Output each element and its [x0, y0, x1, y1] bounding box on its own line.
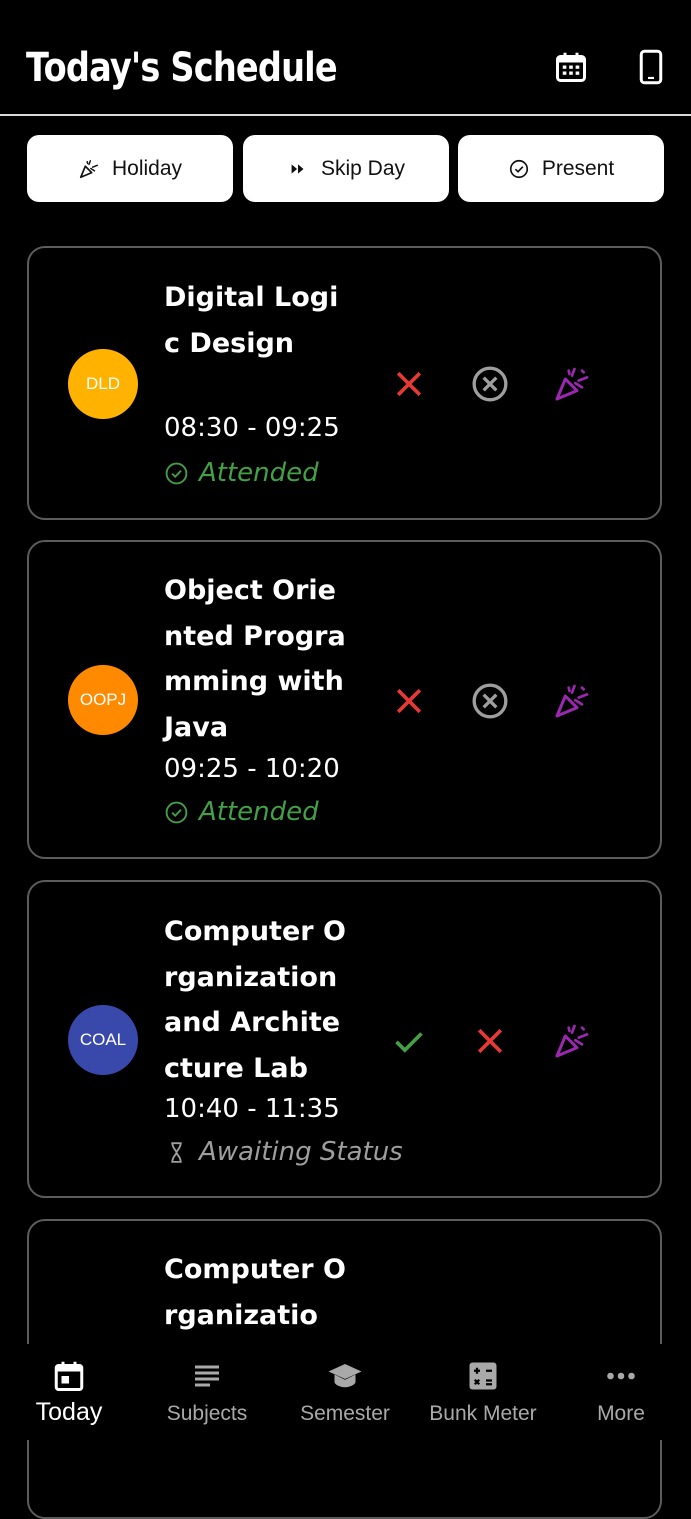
party-popper-icon: [79, 159, 98, 178]
course-name: Computer Organization and Architecture L…: [164, 916, 346, 1084]
cancel-circle-icon: [472, 366, 508, 402]
class-card[interactable]: DLD Digital Logic Design 08:30 - 09:25 A…: [27, 246, 662, 520]
status-text: Awaiting Status: [199, 1137, 403, 1167]
mark-absent-button[interactable]: [389, 681, 429, 721]
skip-day-button[interactable]: Skip Day: [243, 135, 449, 202]
check-circle-icon: [165, 801, 188, 823]
list-icon: [195, 1365, 219, 1387]
nav-today[interactable]: Today: [0, 1344, 138, 1440]
class-card[interactable]: COAL Computer Organization and Architect…: [27, 880, 662, 1198]
present-button[interactable]: Present: [458, 135, 664, 202]
fast-forward-icon: [291, 163, 304, 174]
attendance-status: Awaiting Status: [164, 1137, 403, 1167]
mark-holiday-button[interactable]: [552, 681, 592, 721]
nav-label: Subjects: [166, 1402, 248, 1425]
class-time: 10:40 - 11:35: [164, 1094, 340, 1124]
graduation-cap-icon: [328, 1364, 362, 1388]
mark-cancelled-button[interactable]: [470, 681, 510, 721]
nav-bunk-meter[interactable]: Bunk Meter: [414, 1344, 552, 1440]
course-name: Object Oriented Programming with Java: [164, 575, 346, 743]
class-time: 09:25 - 10:20: [164, 754, 340, 784]
mark-cancelled-button[interactable]: [470, 364, 510, 404]
nav-label: Bunk Meter: [429, 1402, 537, 1425]
party-popper-icon: [555, 684, 589, 718]
party-popper-icon: [555, 367, 589, 401]
skip-day-label: Skip Day: [320, 156, 406, 180]
status-text: Attended: [199, 458, 319, 488]
nav-more[interactable]: More: [552, 1344, 690, 1440]
attendance-status: Attended: [164, 797, 319, 827]
attendance-status: Attended: [164, 458, 319, 488]
hourglass-icon: [171, 1141, 182, 1163]
nav-semester[interactable]: Semester: [276, 1344, 414, 1440]
course-name: Computer Organizatio: [164, 1254, 346, 1331]
holiday-label: Holiday: [111, 156, 183, 180]
mark-absent-button[interactable]: [470, 1021, 510, 1061]
subject-avatar: COAL: [68, 1005, 138, 1075]
mark-holiday-button[interactable]: [552, 364, 592, 404]
today-calendar-icon: [54, 1361, 84, 1391]
subject-avatar: DLD: [68, 349, 138, 419]
close-icon: [477, 1028, 503, 1054]
mark-attended-button[interactable]: [389, 1021, 429, 1061]
close-icon: [396, 371, 422, 397]
holiday-button[interactable]: Holiday: [27, 135, 233, 202]
day-actions: Holiday Skip Day Present: [27, 135, 664, 202]
more-dots-icon: [607, 1372, 635, 1380]
course-name: Digital Logic Design: [164, 282, 339, 359]
present-label: Present: [541, 156, 615, 180]
subject-avatar: OOPJ: [68, 665, 138, 735]
nav-label: More: [597, 1402, 645, 1425]
party-popper-icon: [555, 1024, 589, 1058]
bottom-navigation: Today Subjects Semester Bunk Meter More: [0, 1344, 691, 1440]
nav-label: Today: [35, 1398, 103, 1426]
calculator-icon: [469, 1362, 497, 1390]
page-title: Today's Schedule: [26, 45, 338, 91]
cancel-circle-icon: [472, 683, 508, 719]
calendar-icon[interactable]: [553, 48, 589, 86]
check-circle-icon: [509, 159, 528, 178]
check-icon: [395, 1032, 423, 1053]
status-text: Attended: [199, 797, 319, 827]
close-icon: [396, 688, 422, 714]
nav-subjects[interactable]: Subjects: [138, 1344, 276, 1440]
check-circle-icon: [165, 462, 188, 484]
nav-label: Semester: [300, 1402, 390, 1425]
class-time: 08:30 - 09:25: [164, 413, 340, 443]
smartphone-icon[interactable]: [633, 48, 669, 86]
mark-holiday-button[interactable]: [552, 1021, 592, 1061]
app-header: Today's Schedule: [0, 0, 691, 116]
class-card[interactable]: OOPJ Object Oriented Programming with Ja…: [27, 540, 662, 859]
mark-absent-button[interactable]: [389, 364, 429, 404]
